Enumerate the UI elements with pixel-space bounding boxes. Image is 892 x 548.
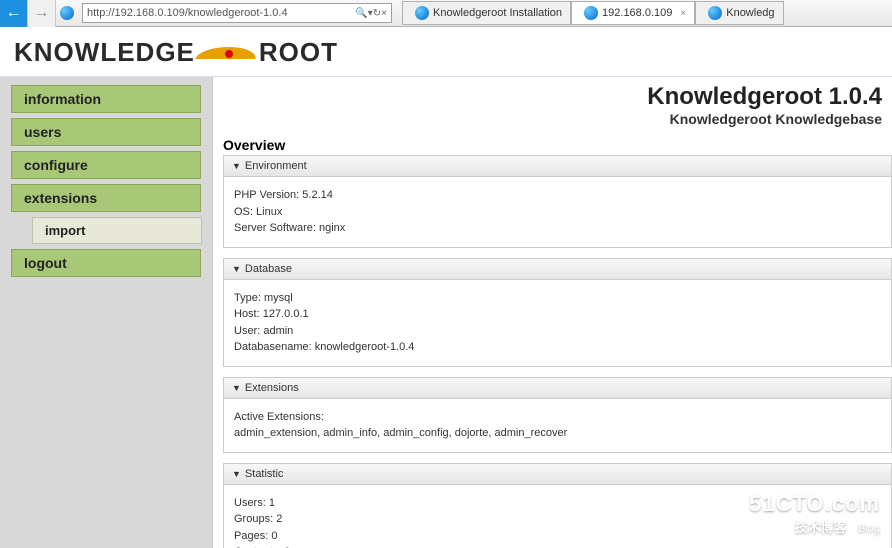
chevron-down-icon: ▼ xyxy=(232,383,241,393)
panel-title: Statistic xyxy=(245,468,284,480)
dbhost-value: 127.0.0.1 xyxy=(263,308,309,320)
panel-database: ▼ Database Type: mysql Host: 127.0.0.1 U… xyxy=(223,258,892,367)
watermark-main: 51CTO.com xyxy=(749,491,880,517)
panel-body-environment: PHP Version: 5.2.14 OS: Linux Server Sof… xyxy=(224,177,891,247)
tab-knowledgeroot-install[interactable]: Knowledgeroot Installation xyxy=(402,1,571,25)
panel-title: Extensions xyxy=(245,382,299,394)
url-text: http://192.168.0.109/knowledgeroot-1.0.4 xyxy=(87,7,355,19)
server-label: Server Software: xyxy=(234,222,316,234)
browser-toolbar: ← → http://192.168.0.109/knowledgeroot-1… xyxy=(0,0,892,27)
logo-bar: KNOWLEDGE ROOT xyxy=(0,27,892,77)
stat-groups-value: 2 xyxy=(276,513,282,525)
tab-knowledg[interactable]: Knowledg xyxy=(695,1,783,25)
page-header: Knowledgeroot 1.0.4 Knowledgeroot Knowle… xyxy=(223,83,892,133)
page-subtitle: Knowledgeroot Knowledgebase xyxy=(223,111,882,127)
main-panel: Knowledgeroot 1.0.4 Knowledgeroot Knowle… xyxy=(212,77,892,548)
sidebar-item-configure[interactable]: configure xyxy=(11,151,201,179)
panel-body-extensions: Active Extensions: admin_extension, admi… xyxy=(224,399,891,452)
php-value: 5.2.14 xyxy=(302,189,333,201)
ie-icon xyxy=(415,6,429,20)
logo-right: ROOT xyxy=(259,37,338,68)
panel-title: Environment xyxy=(245,160,307,172)
sidebar-item-extensions[interactable]: extensions xyxy=(11,184,201,212)
sidebar-item-logout[interactable]: logout xyxy=(11,249,201,277)
sidebar-item-information[interactable]: information xyxy=(11,85,201,113)
panel-environment: ▼ Environment PHP Version: 5.2.14 OS: Li… xyxy=(223,155,892,248)
panel-header-database[interactable]: ▼ Database xyxy=(224,259,891,280)
server-value: nginx xyxy=(319,222,345,234)
stat-groups-label: Groups: xyxy=(234,513,273,525)
panel-header-extensions[interactable]: ▼ Extensions xyxy=(224,378,891,399)
watermark-blog: Blog xyxy=(858,523,880,535)
activeext-list: admin_extension, admin_info, admin_confi… xyxy=(234,427,567,439)
logo-left: KNOWLEDGE xyxy=(14,37,195,68)
activeext-label: Active Extensions: xyxy=(234,411,324,423)
sidebar-item-import[interactable]: import xyxy=(32,217,202,244)
browser-tabs: Knowledgeroot Installation 192.168.0.109… xyxy=(402,1,892,25)
dbuser-value: admin xyxy=(263,325,293,337)
close-icon[interactable]: × xyxy=(680,8,686,19)
sidebar: information users configure extensions i… xyxy=(0,77,212,548)
panel-body-database: Type: mysql Host: 127.0.0.1 User: admin … xyxy=(224,280,891,366)
os-label: OS: xyxy=(234,206,253,218)
ie-icon xyxy=(60,6,74,20)
dbuser-label: User: xyxy=(234,325,260,337)
content: information users configure extensions i… xyxy=(0,77,892,548)
tab-label: Knowledg xyxy=(726,7,774,19)
chevron-down-icon: ▼ xyxy=(232,161,241,171)
panel-extensions: ▼ Extensions Active Extensions: admin_ex… xyxy=(223,377,892,453)
refresh-icon[interactable]: ↻ xyxy=(373,8,381,19)
dbhost-label: Host: xyxy=(234,308,260,320)
tab-label: 192.168.0.109 xyxy=(602,7,672,19)
forward-button[interactable]: → xyxy=(28,0,56,27)
watermark: 51CTO.com 技术博客 Blog xyxy=(749,491,880,536)
page-title: Knowledgeroot 1.0.4 xyxy=(223,83,882,111)
panel-title: Database xyxy=(245,263,292,275)
os-value: Linux xyxy=(256,206,282,218)
stat-users-label: Users: xyxy=(234,497,266,509)
search-icon[interactable]: 🔍 xyxy=(355,8,367,19)
logo-swoosh-icon xyxy=(197,39,257,67)
dbname-value: knowledgeroot-1.0.4 xyxy=(315,341,415,353)
ie-icon xyxy=(584,6,598,20)
address-bar[interactable]: http://192.168.0.109/knowledgeroot-1.0.4… xyxy=(82,3,392,23)
dbtype-label: Type: xyxy=(234,292,261,304)
stat-pages-label: Pages: xyxy=(234,530,268,542)
chevron-down-icon: ▼ xyxy=(232,264,241,274)
dbname-label: Databasename: xyxy=(234,341,312,353)
php-label: PHP Version: xyxy=(234,189,299,201)
stat-users-value: 1 xyxy=(269,497,275,509)
stop-icon[interactable]: × xyxy=(381,8,387,19)
back-button[interactable]: ← xyxy=(0,0,28,27)
logo: KNOWLEDGE ROOT xyxy=(14,37,878,68)
tab-label: Knowledgeroot Installation xyxy=(433,7,562,19)
dbtype-value: mysql xyxy=(264,292,293,304)
panel-header-environment[interactable]: ▼ Environment xyxy=(224,156,891,177)
stat-pages-value: 0 xyxy=(271,530,277,542)
sidebar-item-users[interactable]: users xyxy=(11,118,201,146)
panel-header-statistic[interactable]: ▼ Statistic xyxy=(224,464,891,485)
tab-ip-address[interactable]: 192.168.0.109 × xyxy=(571,1,695,25)
watermark-sub: 技术博客 xyxy=(795,520,847,535)
overview-heading: Overview xyxy=(223,137,892,153)
chevron-down-icon: ▼ xyxy=(232,469,241,479)
ie-icon xyxy=(708,6,722,20)
